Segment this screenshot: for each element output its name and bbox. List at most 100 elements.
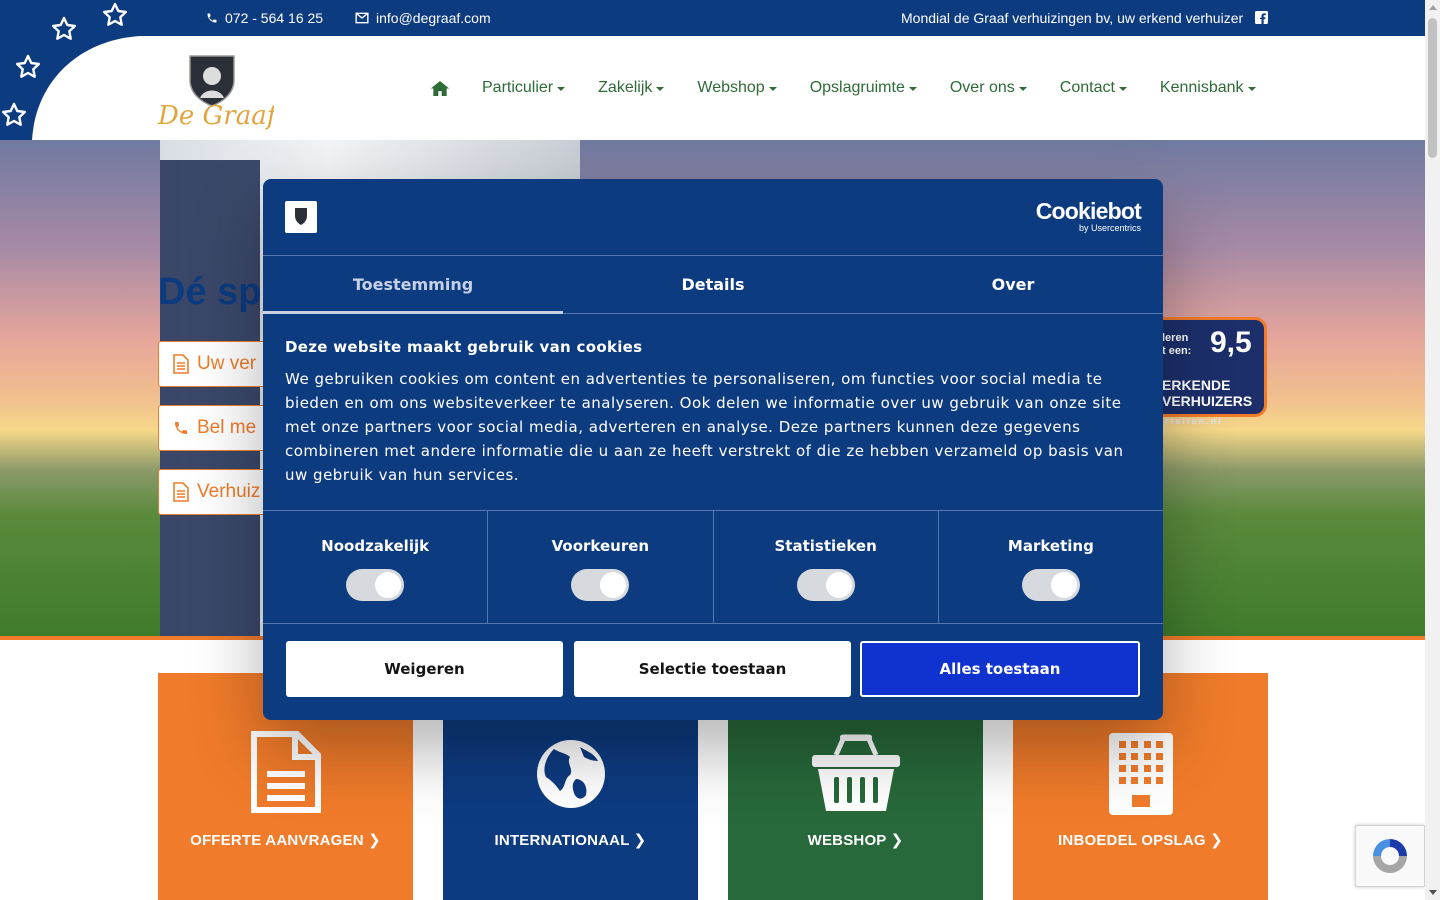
consent-voorkeuren: Voorkeuren [488, 511, 714, 623]
allow-all-button[interactable]: Alles toestaan [860, 641, 1140, 697]
voorkeuren-toggle[interactable] [571, 569, 630, 601]
consent-categories: Noodzakelijk Voorkeuren Statistieken Mar… [263, 510, 1163, 624]
tile-label: INTERNATIONAAL ❯ [494, 832, 647, 849]
tile-label-text: INTERNATIONAAL [494, 832, 630, 849]
nav-particulier[interactable]: Particulier [482, 79, 566, 97]
nav-label: Zakelijk [598, 79, 653, 96]
cookie-tabs: Toestemming Details Over [263, 256, 1163, 314]
cookie-description: We gebruiken cookies om content en adver… [285, 370, 1124, 484]
cookie-consent-dialog: Cookiebot by Usercentrics Toestemming De… [263, 179, 1163, 720]
consent-label: Noodzakelijk [321, 537, 430, 555]
scroll-up-icon[interactable] [1429, 5, 1437, 10]
main-nav: Particulier Zakelijk Webshop Opslagruimt… [430, 79, 1289, 97]
badge-site: rtellen.nl [1165, 416, 1223, 426]
consent-label: Voorkeuren [551, 537, 650, 555]
building-icon [1108, 733, 1173, 815]
consent-label: Marketing [1007, 537, 1094, 555]
nav-webshop[interactable]: Webshop [697, 79, 777, 97]
nav-label: Over ons [949, 79, 1015, 96]
allow-selection-button[interactable]: Selectie toestaan [574, 641, 851, 697]
site-logo-icon [285, 201, 317, 233]
nav-kennisbank[interactable]: Kennisbank [1160, 79, 1256, 97]
phone-icon [207, 13, 217, 23]
badge-caption: leren t een: [1162, 332, 1191, 358]
badge-caption-line: leren [1162, 332, 1189, 344]
chevron-down-icon [1018, 87, 1027, 91]
statistieken-toggle[interactable] [796, 569, 855, 601]
email-link[interactable]: info@degraaf.com [355, 10, 491, 26]
tile-label: OFFERTE AANVRAGEN ❯ [190, 832, 381, 849]
tile-label: WEBSHOP ❯ [807, 832, 904, 849]
truck-side [160, 160, 260, 640]
chevron-down-icon [656, 87, 665, 91]
badge-org-line: VERHUIZERS [1162, 393, 1253, 409]
nav-label: Kennisbank [1159, 79, 1244, 96]
nav-label: Contact [1059, 79, 1115, 96]
star-corner-decoration [0, 0, 140, 140]
document-icon [173, 354, 189, 374]
badge-score: 9,5 [1210, 326, 1252, 359]
document-icon [173, 482, 189, 502]
tab-toestemming[interactable]: Toestemming [263, 256, 563, 314]
cookie-dialog-header: Cookiebot by Usercentrics [263, 179, 1163, 256]
marketing-toggle[interactable] [1021, 569, 1080, 601]
phone-number: 072 - 564 16 25 [225, 10, 324, 26]
tab-over[interactable]: Over [863, 256, 1163, 313]
chevron-down-icon [1247, 87, 1256, 91]
badge-org: ERKENDE VERHUIZERS [1162, 377, 1252, 409]
scroll-down-icon[interactable] [1429, 890, 1437, 895]
nav-home[interactable] [430, 80, 450, 97]
nav-opslagruimte[interactable]: Opslagruimte [810, 79, 917, 97]
tile-label-text: WEBSHOP [807, 832, 887, 849]
page: 072 - 564 16 25 info@degraaf.com Mondial… [0, 0, 1425, 900]
phone-icon [175, 422, 187, 434]
nav-contact[interactable]: Contact [1060, 79, 1127, 97]
chevron-down-icon [557, 87, 566, 91]
hero-button-label: Uw ver [197, 353, 257, 374]
recaptcha-badge[interactable] [1355, 825, 1425, 887]
consent-statistieken: Statistieken [714, 511, 939, 623]
tab-details[interactable]: Details [563, 256, 863, 313]
envelope-icon [355, 12, 369, 24]
nav-label: Webshop [697, 79, 765, 96]
cookiebot-logo[interactable]: Cookiebot by Usercentrics [1035, 198, 1142, 233]
chevron-down-icon [908, 87, 917, 91]
consent-label: Statistieken [774, 537, 877, 555]
tile-label: INBOEDEL OPSLAG ❯ [1058, 832, 1223, 849]
nav-label: Opslagruimte [809, 79, 905, 96]
badge-org-line: ERKENDE [1162, 377, 1231, 393]
rating-badge[interactable]: leren t een: 9,5 ERKENDE VERHUIZERS [1145, 317, 1267, 417]
chevron-down-icon [768, 87, 777, 91]
cookiebot-brand: Cookiebot [1035, 198, 1142, 224]
logo-text: De Graaf [157, 101, 274, 131]
nav-zakelijk[interactable]: Zakelijk [598, 79, 665, 97]
consent-noodzakelijk: Noodzakelijk [263, 511, 489, 623]
scrollbar-thumb[interactable] [1428, 18, 1437, 158]
document-icon [250, 731, 321, 813]
hero-title: Dé sp [158, 271, 262, 313]
page-scrollbar[interactable] [1425, 0, 1440, 900]
noodzakelijk-toggle[interactable] [346, 569, 405, 601]
tagline: Mondial de Graaf verhuizingen bv, uw erk… [901, 10, 1243, 26]
cookie-heading: Deze website maakt gebruik van cookies [285, 338, 643, 356]
tile-label-text: INBOEDEL OPSLAG [1058, 832, 1206, 849]
badge-caption-line: t een: [1162, 345, 1192, 357]
facebook-icon [1255, 11, 1268, 24]
nav-over-ons[interactable]: Over ons [950, 79, 1027, 97]
reject-button[interactable]: Weigeren [286, 641, 563, 697]
basket-icon [811, 734, 900, 811]
tagline-text: Mondial de Graaf verhuizingen bv, uw erk… [901, 10, 1244, 26]
consent-marketing: Marketing [939, 511, 1163, 623]
hero-button-label: Bel me [197, 417, 257, 438]
home-icon [430, 80, 450, 96]
hero-button-label: Verhuiz [197, 481, 261, 502]
phone-link[interactable]: 072 - 564 16 25 [206, 10, 323, 26]
chevron-down-icon [1118, 87, 1127, 91]
facebook-link[interactable] [1255, 11, 1268, 24]
de-graaf-logo[interactable]: De Graaf [156, 52, 274, 132]
email-address: info@degraaf.com [376, 10, 491, 26]
top-bar: 072 - 564 16 25 info@degraaf.com Mondial… [0, 0, 1425, 36]
cookiebot-brand-sub: by Usercentrics [1078, 223, 1141, 233]
recaptcha-icon [1373, 839, 1407, 873]
nav-label: Particulier [482, 79, 554, 96]
